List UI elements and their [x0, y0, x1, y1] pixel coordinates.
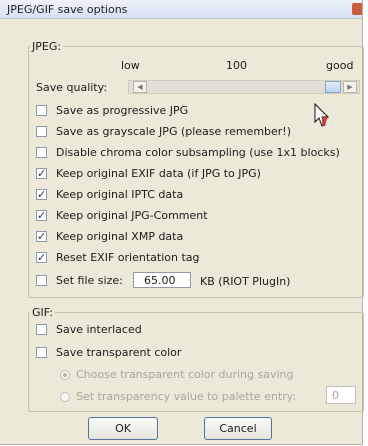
quality-scale-high: good: [326, 59, 354, 72]
jpeg-option-checkbox[interactable]: ✓: [36, 168, 47, 179]
quality-scale-low: low: [121, 59, 140, 72]
ok-button[interactable]: OK: [88, 417, 158, 440]
jpeg-option-label: Keep original IPTC data: [56, 188, 184, 201]
palette-entry-value: 0: [332, 389, 339, 402]
save-transparent-label: Save transparent color: [56, 346, 182, 359]
jpeg-option-label: Reset EXIF orientation tag: [56, 251, 200, 264]
save-options-dialog: JPEG/GIF save options JPEG: low 100 good…: [0, 0, 364, 445]
cancel-button[interactable]: Cancel: [204, 417, 272, 440]
save-quality-label: Save quality:: [36, 81, 108, 94]
jpeg-option-label: Keep original XMP data: [56, 230, 184, 243]
quality-scale-mid: 100: [226, 59, 247, 72]
palette-entry-label: Set transparency value to palette entry:: [76, 390, 297, 403]
close-icon[interactable]: [352, 3, 362, 15]
jpeg-option-label: Save as grayscale JPG (please remember!): [56, 125, 292, 138]
jpeg-option-checkbox[interactable]: ✓: [36, 210, 47, 221]
set-file-size-label: Set file size:: [56, 274, 123, 287]
save-interlaced-checkbox[interactable]: [36, 324, 47, 335]
mouse-cursor-icon: [314, 102, 330, 127]
jpeg-option-label: Disable chroma color subsampling (use 1x…: [56, 146, 340, 159]
palette-entry-radio[interactable]: [60, 392, 70, 402]
palette-entry-input[interactable]: 0: [326, 386, 356, 404]
quality-slider[interactable]: ◀ ▶: [128, 80, 360, 94]
choose-transparent-radio[interactable]: [60, 370, 70, 380]
jpeg-option-label: Keep original EXIF data (if JPG to JPG): [56, 167, 261, 180]
jpeg-option-checkbox[interactable]: [36, 126, 47, 137]
jpeg-option-label: Keep original JPG-Comment: [56, 209, 208, 222]
slider-left-arrow-icon[interactable]: ◀: [133, 81, 147, 93]
jpeg-option-label: Save as progressive JPG: [56, 104, 189, 117]
jpeg-option-checkbox[interactable]: ✓: [36, 252, 47, 263]
choose-transparent-label: Choose transparent color during saving: [76, 368, 294, 381]
slider-right-arrow-icon[interactable]: ▶: [343, 81, 357, 93]
save-interlaced-label: Save interlaced: [56, 323, 142, 336]
jpeg-option-checkbox[interactable]: ✓: [36, 231, 47, 242]
file-size-input[interactable]: 65.00: [133, 272, 191, 288]
jpeg-option-checkbox[interactable]: ✓: [36, 189, 47, 200]
slider-thumb[interactable]: [325, 81, 341, 93]
gif-group-label: GIF:: [30, 306, 55, 319]
jpeg-option-checkbox[interactable]: [36, 147, 47, 158]
file-size-value: 65.00: [144, 274, 176, 287]
set-file-size-checkbox[interactable]: [36, 275, 47, 286]
save-transparent-checkbox[interactable]: [36, 347, 47, 358]
title-bar: JPEG/GIF save options: [0, 0, 362, 19]
window-title: JPEG/GIF save options: [7, 3, 128, 16]
jpeg-option-checkbox[interactable]: [36, 105, 47, 116]
file-size-unit: KB (RIOT PlugIn): [200, 275, 291, 288]
jpeg-group-label: JPEG:: [30, 40, 64, 53]
